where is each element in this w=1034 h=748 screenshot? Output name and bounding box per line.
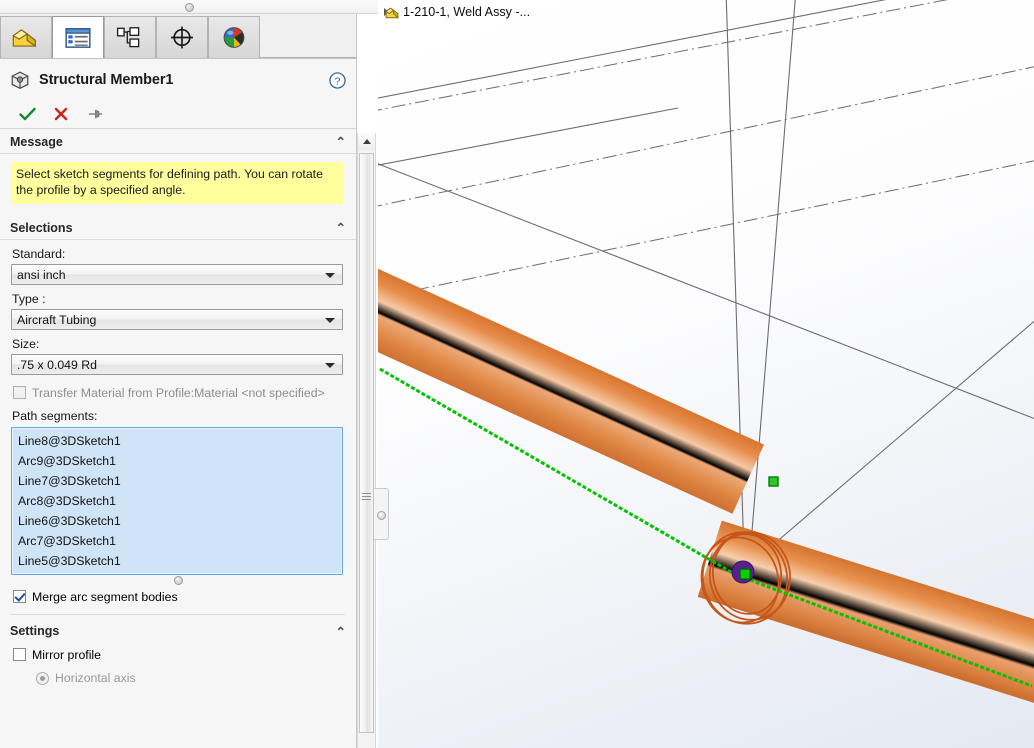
tab-feature-manager-design-tree[interactable] [0, 16, 52, 58]
splitter-grip-icon[interactable] [377, 511, 386, 520]
size-field: Size: .75 x 0.049 Rd [0, 337, 356, 375]
structural-member-icon [11, 71, 29, 90]
mirror-profile-label: Mirror profile [32, 648, 102, 662]
merge-arc-label: Merge arc segment bodies [32, 590, 178, 604]
section-title-message: Message [10, 134, 63, 149]
merge-arc-checkbox[interactable] [13, 590, 26, 603]
property-manager-header: Structural Member1 ? [0, 60, 356, 100]
size-dropdown[interactable]: .75 x 0.049 Rd [11, 354, 343, 375]
model-graphics [378, 0, 1034, 748]
svg-text:?: ? [335, 76, 341, 87]
list-item[interactable]: Arc9@3DSketch1 [12, 451, 342, 471]
property-manager-body: Message ⌃ Select sketch segments for def… [0, 130, 356, 748]
resize-grip-icon[interactable] [173, 576, 183, 585]
help-icon[interactable]: ? [329, 71, 346, 89]
type-dropdown[interactable]: Aircraft Tubing [11, 309, 343, 330]
section-header-message[interactable]: Message ⌃ [0, 130, 356, 154]
type-value: Aircraft Tubing [17, 312, 97, 327]
section-title-settings: Settings [10, 624, 60, 638]
property-manager-scrollbar[interactable] [357, 133, 376, 748]
panel-splitter-handle[interactable] [374, 488, 389, 540]
horizontal-axis-label: Horizontal axis [55, 671, 136, 685]
transfer-material-checkbox-row[interactable]: Transfer Material from Profile:Material … [0, 385, 356, 401]
tab-strip-filler [260, 15, 356, 58]
standard-value: ansi inch [17, 267, 66, 282]
graphics-viewport[interactable]: 1-210-1, Weld Assy -... [378, 0, 1034, 748]
color-sphere-icon [223, 27, 245, 48]
chevron-down-icon[interactable] [325, 317, 335, 323]
property-list-icon [65, 27, 91, 48]
list-item[interactable]: Line5@3DSketch1 [12, 551, 342, 571]
section-header-selections[interactable]: Selections ⌃ [0, 216, 356, 240]
pin-icon [88, 109, 102, 119]
listbox-resize-handle[interactable] [0, 575, 356, 587]
path-segments-listbox[interactable]: Line8@3DSketch1 Arc9@3DSketch1 Line7@3DS… [11, 427, 343, 575]
transfer-material-label: Transfer Material from Profile:Material … [32, 386, 325, 400]
section-header-settings[interactable]: Settings ⌃ [0, 619, 356, 643]
model-centerlines [378, 0, 1034, 299]
configuration-tree-icon [116, 26, 140, 47]
message-text: Select sketch segments for defining path… [11, 162, 344, 204]
standard-dropdown[interactable]: ansi inch [11, 264, 343, 285]
type-field: Type : Aircraft Tubing [0, 292, 356, 330]
section-divider [11, 614, 345, 615]
size-value: .75 x 0.049 Rd [17, 357, 97, 372]
list-item[interactable]: Line7@3DSketch1 [12, 471, 342, 491]
standard-field: Standard: ansi inch [0, 247, 356, 285]
feature-tree-item-label: 1-210-1, Weld Assy -... [403, 5, 531, 19]
tab-display-manager[interactable] [208, 16, 260, 58]
horizontal-axis-radio[interactable] [36, 671, 49, 685]
list-item[interactable]: Arc8@3DSketch1 [12, 491, 342, 511]
horizontal-axis-radio-row[interactable]: Horizontal axis [0, 671, 356, 685]
section-title-selections: Selections [10, 220, 73, 235]
path-segments-label: Path segments: [12, 409, 98, 423]
splitter-grip-icon[interactable] [185, 3, 194, 12]
scrollbar-grip-icon [362, 493, 371, 501]
page-title: Structural Member1 [39, 72, 174, 88]
keep-visible-pin-button[interactable] [78, 103, 112, 125]
chevron-up-icon [362, 139, 371, 144]
solidworks-window: 1-210-1, Weld Assy -... Structural Membe… [0, 0, 1034, 748]
tab-configuration-manager[interactable] [104, 16, 156, 58]
crosshair-target-icon [171, 26, 193, 49]
manager-tab-strip [0, 14, 356, 59]
tab-dimxpert-manager[interactable] [156, 16, 208, 58]
scroll-up-button[interactable] [358, 133, 375, 150]
list-item[interactable]: Arc7@3DSketch1 [12, 531, 342, 551]
chevron-up-icon[interactable]: ⌃ [336, 134, 346, 149]
ok-button[interactable] [10, 103, 44, 125]
size-label: Size: [12, 337, 40, 351]
mirror-profile-checkbox-row[interactable]: Mirror profile [0, 647, 356, 663]
viewport-background-wedge [898, 690, 1034, 748]
close-icon [54, 107, 68, 121]
path-segments-field: Path segments: [0, 401, 356, 423]
mirror-profile-checkbox[interactable] [13, 648, 26, 661]
horizontal-splitter[interactable] [0, 0, 378, 14]
list-item[interactable]: Line8@3DSketch1 [12, 431, 342, 451]
list-item[interactable]: Line6@3DSketch1 [12, 511, 342, 531]
scrollbar-thumb[interactable] [359, 153, 374, 733]
cancel-button[interactable] [44, 103, 78, 125]
chevron-up-icon[interactable]: ⌃ [336, 624, 346, 639]
standard-label: Standard: [12, 247, 66, 261]
selected-sketch-point [731, 560, 755, 584]
type-label: Type : [12, 292, 46, 306]
sketch-point-marker-2 [768, 476, 779, 487]
chevron-down-icon[interactable] [325, 272, 335, 278]
property-manager-action-bar [0, 100, 356, 129]
chevron-down-icon[interactable] [325, 362, 335, 368]
yellow-part-icon [12, 28, 36, 47]
feature-tree-item[interactable]: 1-210-1, Weld Assy -... [384, 5, 530, 19]
transfer-material-checkbox[interactable] [13, 386, 26, 399]
chevron-up-icon[interactable]: ⌃ [336, 220, 346, 235]
tab-property-manager[interactable] [52, 16, 104, 58]
property-manager-panel: Structural Member1 ? Message ⌃ Select sk… [0, 0, 357, 748]
check-icon [18, 107, 36, 120]
structural-member-tube [378, 253, 1034, 706]
merge-arc-checkbox-row[interactable]: Merge arc segment bodies [0, 589, 356, 605]
yellow-part-icon [385, 7, 399, 19]
